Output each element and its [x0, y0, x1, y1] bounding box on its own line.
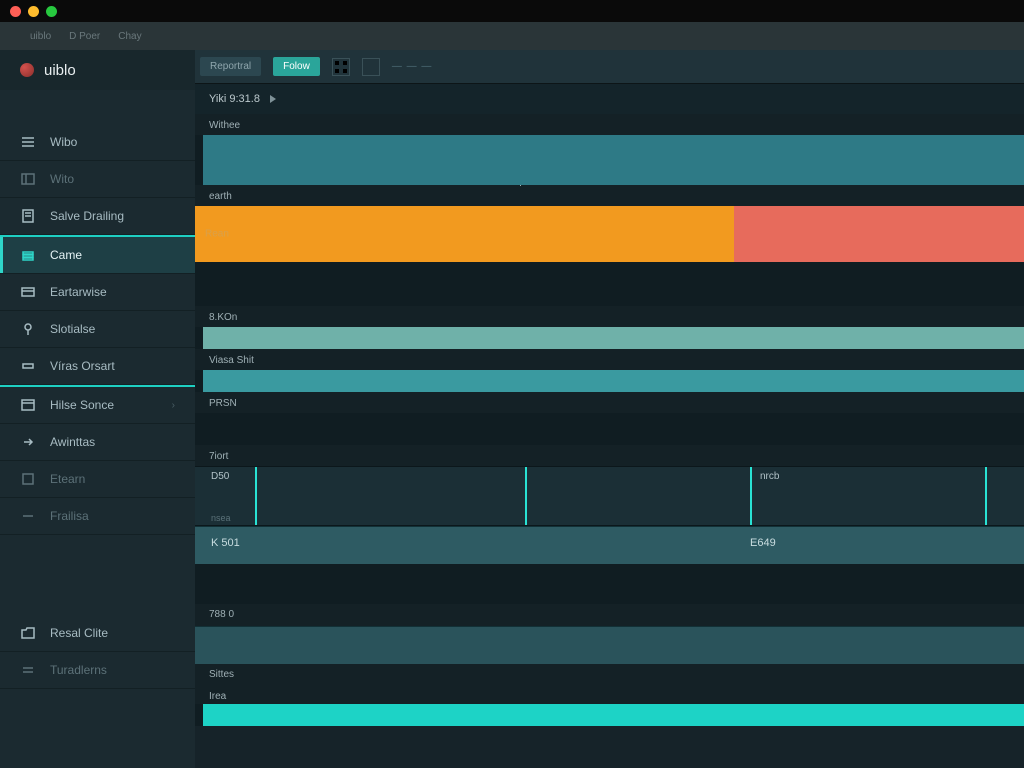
square-icon [20, 471, 36, 487]
pin-icon [20, 321, 36, 337]
sidebar-item-etearn[interactable]: Etearn [0, 461, 195, 498]
sidebar-item-wito[interactable]: Wito [0, 161, 195, 198]
tab-strip: uiblo D Poer Chay [0, 22, 1024, 50]
sidebar-item-label: Etearn [50, 472, 85, 486]
sidebar-item-label: Awinttas [50, 435, 95, 449]
sidebar-item-label: Eartarwise [50, 285, 107, 299]
sidebar-item-orsart[interactable]: Víras Orsart [0, 348, 195, 385]
track-label: 8.KOn [195, 306, 1024, 327]
slider-icon [20, 662, 36, 678]
tick-label: D50 [211, 471, 229, 482]
marker-label: 788 0 [195, 604, 1024, 626]
values-row-2[interactable] [195, 626, 1024, 664]
sidebar-item-label: Resal Clite [50, 626, 108, 640]
track-spacer [195, 564, 1024, 604]
timeline-header: Yiki 9:31.8 [195, 84, 1024, 114]
clip-teal-med[interactable] [203, 370, 1024, 392]
clip-label: Rean [205, 229, 229, 240]
tick-label: nrcb [760, 471, 779, 482]
value-left: K 501 [211, 537, 240, 549]
sidebar-item-label: Wibo [50, 135, 77, 149]
os-titlebar [0, 0, 1024, 22]
sidebar-item-label: Hilse Sonce [50, 398, 114, 412]
sidebar-item-label: Came [50, 248, 82, 262]
ruler-marker[interactable] [985, 467, 987, 525]
track-row-1[interactable] [195, 135, 1024, 185]
sidebar-item-label: Frailisa [50, 509, 89, 523]
ruler-marker[interactable] [255, 467, 257, 525]
project-title: Yiki 9:31.8 [209, 93, 260, 105]
grid-view-icon[interactable] [332, 58, 350, 76]
menu-icon [20, 134, 36, 150]
sidebar-item-eartarwise[interactable]: Eartarwise [0, 274, 195, 311]
sidebar-item-label: Salve Drailing [50, 209, 124, 223]
play-icon[interactable] [270, 95, 276, 103]
value-right: E649 [750, 537, 776, 549]
track-spacer [195, 262, 1024, 306]
brand-logo-icon [20, 63, 34, 77]
sidebar-item-sonce[interactable]: Hilse Sonce › [0, 385, 195, 424]
track-row-3[interactable] [195, 327, 1024, 349]
panel-icon [20, 171, 36, 187]
track-label: Withee [195, 114, 1024, 135]
ruler-marker[interactable] [525, 467, 527, 525]
browser-tab-2[interactable]: Chay [118, 31, 141, 42]
clip-coral[interactable] [734, 206, 1024, 262]
browser-tab-1[interactable]: D Poer [69, 31, 100, 42]
toolbar-button-follow[interactable]: Folow [273, 57, 320, 76]
brand-header: uiblo [0, 50, 195, 90]
track-label: PRSN [195, 392, 1024, 413]
tick-sublabel: nsea [211, 513, 231, 523]
chevron-right-icon: › [172, 400, 175, 411]
track-spacer [195, 413, 1024, 445]
time-ruler[interactable]: D50 nrcb nsea [195, 466, 1024, 526]
sidebar: Wibo Wito Salve Drailing Came Eartarwise… [0, 84, 195, 768]
sidebar-item-turadlerns[interactable]: Turadlerns [0, 652, 195, 689]
values-row[interactable]: K 501 E649 [195, 526, 1024, 564]
track-row-4[interactable] [195, 370, 1024, 392]
stack-icon [20, 247, 36, 263]
toolbar-button-report[interactable]: Reportral [200, 57, 261, 76]
sidebar-item-slotialse[interactable]: Slotialse [0, 311, 195, 348]
brand-name: uiblo [44, 62, 76, 79]
sidebar-item-frailisa[interactable]: Frailisa [0, 498, 195, 535]
track-label: earth [195, 185, 1024, 206]
toolbar-hint: — — — [392, 61, 433, 72]
app-menu-name: uiblo [30, 31, 51, 42]
tag-icon [20, 358, 36, 374]
minus-icon [20, 508, 36, 524]
clip-cyan[interactable] [203, 704, 1024, 726]
card-icon [20, 284, 36, 300]
folder-icon [20, 625, 36, 641]
arrow-icon [20, 434, 36, 450]
clip-teal-light[interactable] [203, 327, 1024, 349]
tracks-area: Withee earth Rean 8.KOn Viasa Shit PRSN [195, 114, 1024, 768]
track-label: Viasa Shit [195, 349, 1024, 370]
clip-teal-1[interactable] [203, 135, 1024, 185]
timeline-label: 7iort [195, 445, 1024, 466]
window-icon [20, 397, 36, 413]
document-icon [20, 208, 36, 224]
window-minimize-button[interactable] [28, 6, 39, 17]
timeline-editor: Yiki 9:31.8 Withee earth Rean 8.KOn Vias… [195, 84, 1024, 768]
ruler-marker[interactable] [750, 467, 752, 525]
clip-orange[interactable]: Rean [195, 206, 734, 262]
sidebar-item-label: Wito [50, 172, 74, 186]
sidebar-item-resal[interactable]: Resal Clite [0, 615, 195, 652]
track-row-2[interactable]: Rean [195, 206, 1024, 262]
sidebar-item-drailing[interactable]: Salve Drailing [0, 198, 195, 235]
window-zoom-button[interactable] [46, 6, 57, 17]
list-view-icon[interactable] [362, 58, 380, 76]
marker-label: Irea [195, 686, 1024, 704]
sidebar-item-awinttas[interactable]: Awinttas [0, 424, 195, 461]
sidebar-item-label: Slotialse [50, 322, 95, 336]
sidebar-item-came[interactable]: Came [0, 235, 195, 274]
sidebar-item-wibo[interactable]: Wibo [0, 124, 195, 161]
window-close-button[interactable] [10, 6, 21, 17]
track-row-bottom[interactable] [195, 704, 1024, 726]
marker-label: Sittes [195, 664, 1024, 686]
sidebar-item-label: Víras Orsart [50, 359, 115, 373]
sidebar-item-label: Turadlerns [50, 663, 107, 677]
